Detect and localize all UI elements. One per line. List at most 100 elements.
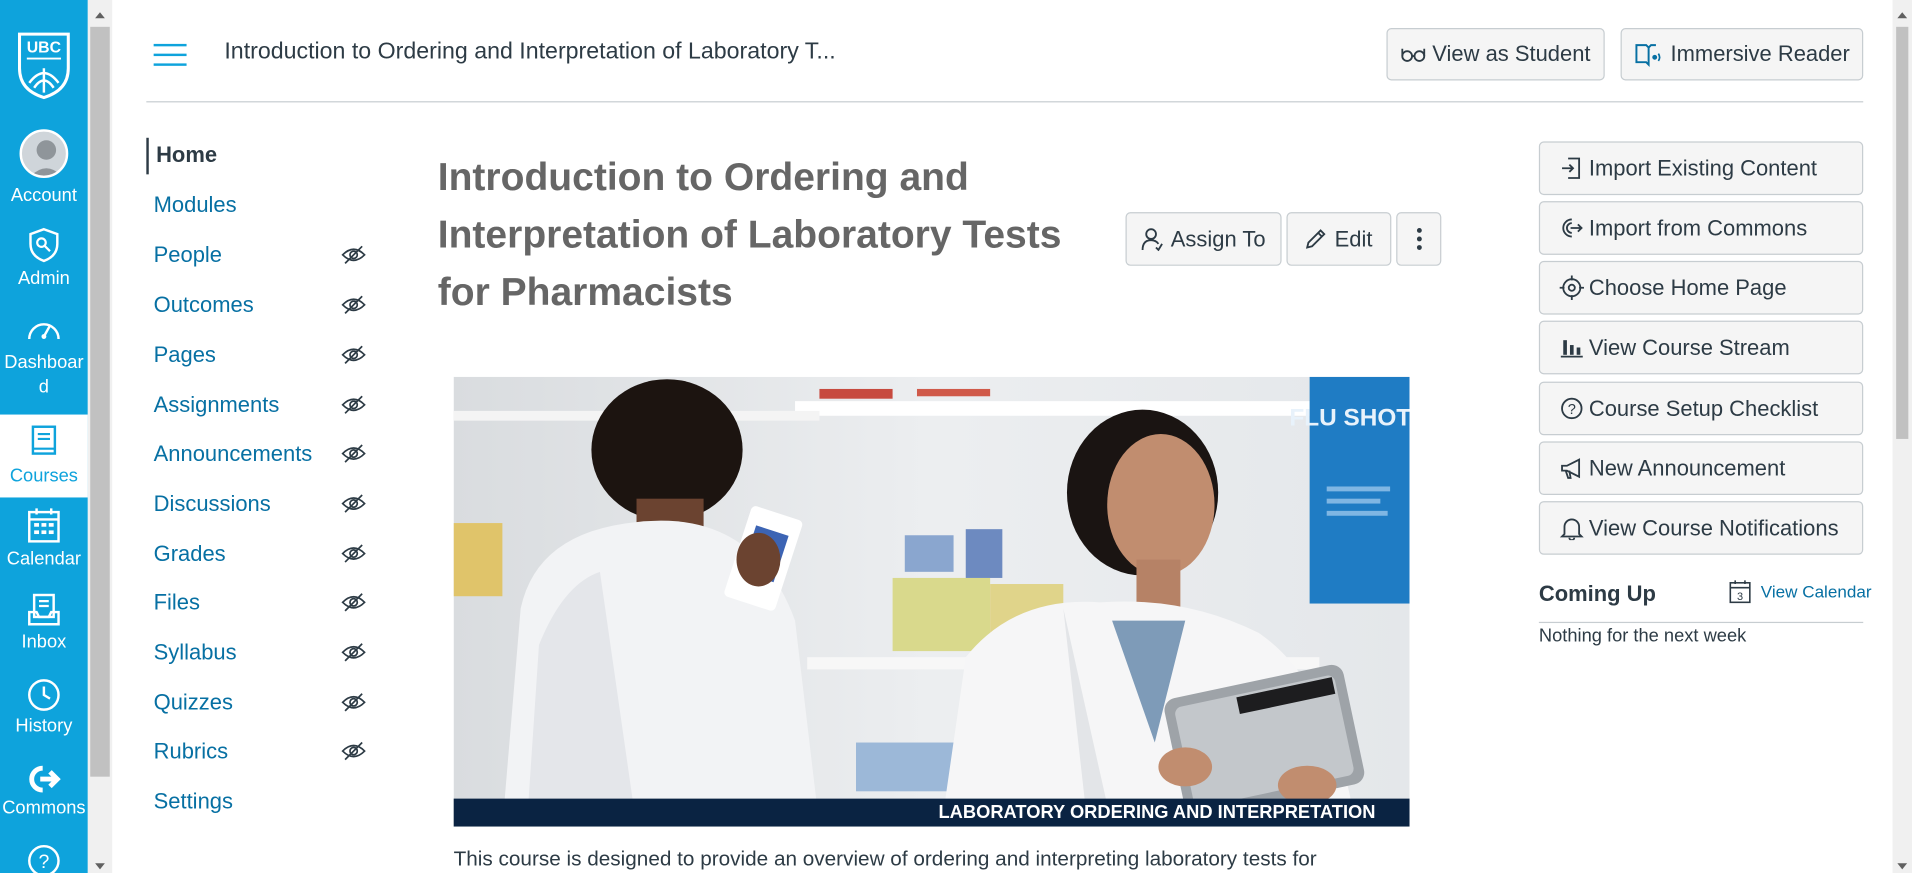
import-from-commons-button[interactable]: Import from Commons — [1538, 201, 1864, 255]
course-nav-label: Quizzes — [153, 690, 233, 715]
ubc-logo[interactable]: UBC — [17, 32, 71, 100]
shield-icon — [29, 227, 59, 263]
new-announcement-button[interactable]: New Announcement — [1538, 441, 1864, 496]
sidebar-button-label: Course Setup Checklist — [1588, 395, 1819, 421]
course-nav-files[interactable]: Files — [146, 585, 378, 622]
hidden-eye-icon — [341, 345, 366, 371]
import-icon — [1562, 157, 1581, 179]
hidden-eye-icon — [341, 444, 366, 470]
pencil-icon — [1306, 229, 1327, 249]
coming-up-empty-text: Nothing for the next week — [1538, 625, 1747, 647]
coming-up-divider — [1538, 621, 1864, 624]
course-nav-label: Discussions — [153, 491, 271, 516]
nav-label-account: Account — [10, 185, 77, 207]
speedometer-icon — [28, 323, 60, 340]
breadcrumb[interactable]: Introduction to Ordering and Interpretat… — [224, 39, 835, 66]
hidden-eye-icon — [341, 693, 366, 719]
sidebar-button-label: Import from Commons — [1588, 215, 1808, 240]
clock-icon — [28, 679, 60, 711]
course-nav-pages[interactable]: Pages — [146, 338, 378, 375]
global-nav-account[interactable]: Account — [0, 129, 88, 207]
course-nav-people[interactable]: People — [146, 238, 378, 275]
course-nav-modules[interactable]: Modules — [146, 188, 378, 225]
commons-icon — [29, 765, 61, 793]
course-nav-home[interactable]: Home — [146, 137, 378, 175]
page-scrollbar[interactable] — [1892, 0, 1912, 873]
course-nav-label: People — [153, 242, 223, 268]
course-nav-discussions[interactable]: Discussions — [146, 486, 378, 523]
commons-icon — [1562, 218, 1583, 238]
hamburger-menu-icon[interactable] — [153, 43, 187, 66]
view-course-stream-button[interactable]: View Course Stream — [1538, 320, 1864, 375]
scroll-down-arrow[interactable] — [95, 863, 105, 870]
immersive-reader-button[interactable]: Immersive Reader — [1620, 28, 1864, 81]
immersive-reader-icon — [1635, 43, 1661, 67]
glasses-icon — [1400, 48, 1425, 62]
svg-text:?: ? — [1568, 402, 1576, 418]
course-nav-quizzes[interactable]: Quizzes — [146, 685, 378, 722]
course-nav-announcements[interactable]: Announcements — [146, 436, 378, 473]
view-course-notifications-button[interactable]: View Course Notifications — [1538, 501, 1864, 555]
nav-label-calendar: Calendar — [6, 548, 82, 570]
course-nav-assignments[interactable]: Assignments — [146, 388, 378, 425]
immersive-reader-label: Immersive Reader — [1670, 41, 1850, 66]
course-nav-label: Announcements — [153, 441, 313, 466]
global-nav-commons[interactable]: Commons — [0, 763, 88, 836]
course-nav-rubrics[interactable]: Rubrics — [146, 734, 378, 771]
course-nav-settings[interactable]: Settings — [146, 784, 378, 821]
pharmacy-photo: FLU SHOTS — [453, 376, 1410, 827]
global-nav-dashboard[interactable]: Dashboard — [0, 315, 88, 408]
view-as-student-label: View as Student — [1432, 41, 1591, 66]
coming-up-heading: Coming Up — [1538, 581, 1656, 606]
course-nav-syllabus[interactable]: Syllabus — [146, 635, 378, 672]
course-header: Introduction to Ordering and Interpretat… — [146, 0, 1864, 103]
svg-text:?: ? — [38, 851, 49, 873]
sidebar-button-label: Choose Home Page — [1588, 274, 1787, 300]
global-nav-calendar[interactable]: Calendar — [0, 507, 88, 580]
sidebar-button-label: New Announcement — [1588, 455, 1786, 480]
course-setup-checklist-button[interactable]: ? Course Setup Checklist — [1538, 381, 1864, 436]
course-nav-label: Files — [153, 590, 200, 615]
view-calendar-link[interactable]: 3 View Calendar — [1729, 579, 1872, 604]
sidebar-button-label: View Course Stream — [1588, 334, 1790, 360]
more-options-button[interactable] — [1396, 212, 1442, 266]
global-nav-courses[interactable]: Courses — [0, 414, 88, 498]
hidden-eye-icon — [341, 593, 366, 619]
global-nav-inbox[interactable]: Inbox — [0, 593, 88, 666]
kebab-menu-icon — [1416, 228, 1422, 250]
assign-to-button[interactable]: Assign To — [1125, 212, 1282, 266]
course-nav-label: Home — [156, 142, 218, 168]
view-as-student-button[interactable]: View as Student — [1386, 28, 1605, 81]
course-nav-outcomes[interactable]: Outcomes — [146, 288, 378, 325]
nav-label-commons: Commons — [2, 797, 86, 819]
calendar-icon — [28, 508, 60, 543]
scroll-down-arrow[interactable] — [1897, 863, 1908, 870]
inbox-icon — [28, 593, 60, 626]
scroll-up-arrow[interactable] — [1897, 12, 1908, 19]
course-nav-grades[interactable]: Grades — [146, 536, 378, 573]
choose-home-page-button[interactable]: Choose Home Page — [1538, 260, 1864, 315]
megaphone-icon — [1561, 458, 1581, 479]
scrollbar-thumb[interactable] — [90, 26, 110, 777]
import-existing-content-button[interactable]: Import Existing Content — [1538, 141, 1864, 196]
global-nav-admin[interactable]: Admin — [0, 227, 88, 300]
question-icon: ? — [1561, 397, 1583, 420]
global-nav-history[interactable]: History — [0, 677, 88, 750]
global-nav-help[interactable]: ? — [0, 844, 88, 873]
assign-to-label: Assign To — [1170, 226, 1266, 251]
edit-label: Edit — [1334, 226, 1373, 251]
nav-label-admin: Admin — [17, 268, 70, 289]
hidden-eye-icon — [341, 395, 366, 421]
course-nav-label: Pages — [153, 342, 216, 368]
nav-label-dashboard: Dashboard — [4, 352, 84, 398]
hidden-eye-icon — [341, 741, 366, 767]
nav-label-history: History — [15, 715, 73, 737]
hero-banner: LABORATORY ORDERING AND INTERPRETATION — [453, 798, 1410, 827]
nav-scrollbar[interactable] — [87, 0, 113, 873]
edit-button[interactable]: Edit — [1286, 212, 1392, 266]
scroll-up-arrow[interactable] — [95, 12, 105, 19]
hidden-eye-icon — [341, 544, 366, 570]
svg-text:3: 3 — [1737, 591, 1743, 603]
account-avatar — [19, 129, 69, 179]
scrollbar-thumb[interactable] — [1896, 26, 1909, 439]
